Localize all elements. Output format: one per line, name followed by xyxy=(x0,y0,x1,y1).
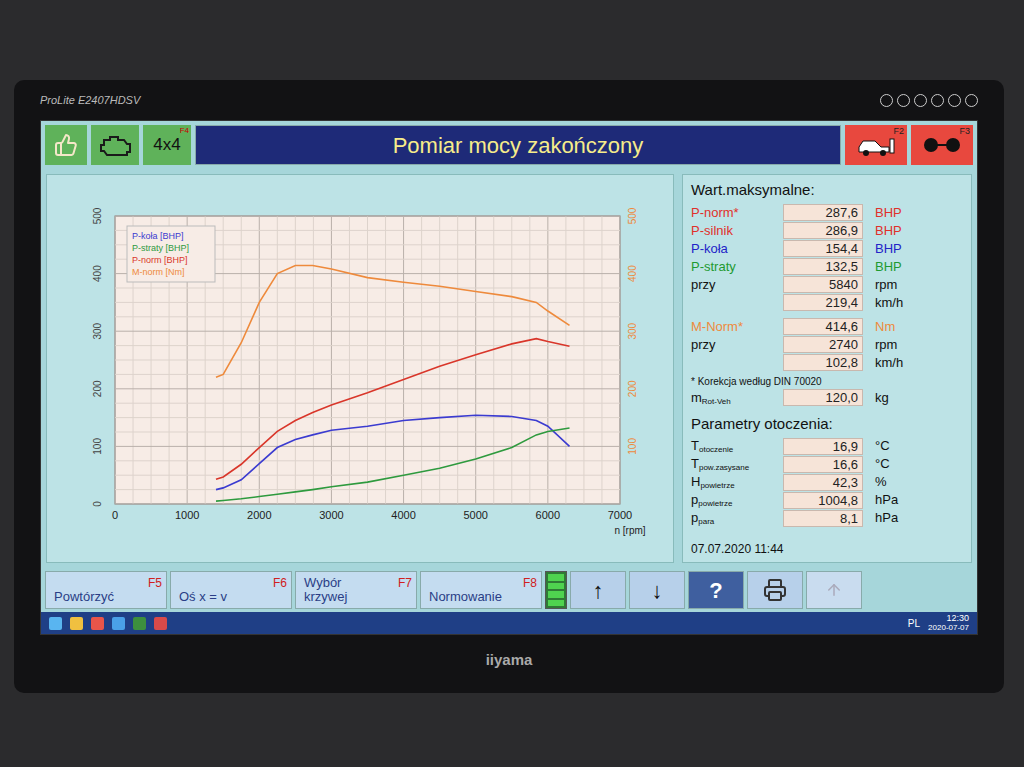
language-indicator[interactable]: PL xyxy=(908,616,920,631)
svg-text:4000: 4000 xyxy=(391,509,415,521)
svg-text:1000: 1000 xyxy=(175,509,199,521)
screen: 4x4F4Pomiar mocy zakończonyF2F3010002000… xyxy=(40,120,978,635)
series-line xyxy=(216,265,570,377)
value-row: M-Norm*414,6Nm xyxy=(691,318,963,336)
monitor-button-icon[interactable] xyxy=(914,94,927,107)
svg-text:400: 400 xyxy=(627,264,638,281)
ambient-row: mRot-Veh120,0kg xyxy=(691,389,963,407)
taskbar-app-icon[interactable] xyxy=(70,617,83,630)
svg-text:0: 0 xyxy=(92,500,103,506)
svg-text:3000: 3000 xyxy=(319,509,343,521)
clock[interactable]: 12:302020-07-07 xyxy=(928,614,969,632)
svg-text:100: 100 xyxy=(627,437,638,454)
chart-legend: P-koła [BHP] P-straty [BHP] P-norm [BHP] M-… xyxy=(127,226,215,282)
correction-note: * Korekcja według DIN 70020 xyxy=(691,374,963,389)
header-function-button[interactable]: F3 xyxy=(911,125,973,165)
svg-text:500: 500 xyxy=(627,207,638,224)
nav-button[interactable]: ↑ xyxy=(570,571,626,609)
svg-text:6000: 6000 xyxy=(536,509,560,521)
taskbar-app-icon[interactable] xyxy=(112,617,125,630)
svg-text:P-koła [BHP]: P-koła [BHP] xyxy=(132,231,184,241)
svg-text:5000: 5000 xyxy=(463,509,487,521)
print-button[interactable] xyxy=(747,571,803,609)
header-function-button[interactable]: F2 xyxy=(845,125,907,165)
svg-text:100: 100 xyxy=(92,437,103,454)
monitor: ProLite E2407HDSV4x4F4Pomiar mocy zakońc… xyxy=(14,80,1004,693)
mode-button[interactable]: 4x4F4 xyxy=(143,125,191,165)
car-on-dyno-icon xyxy=(856,133,896,157)
function-bar: PowtórzyćF5Oś x = vF6Wybór krzywejF7Norm… xyxy=(41,568,977,612)
ambient-title: Parametry otoczenia: xyxy=(691,413,963,436)
chart-panel: 0 1000 2000 3000 4000 5000 6000 7000 n [rpm] 0 100… xyxy=(46,174,674,563)
svg-text:300: 300 xyxy=(92,322,103,339)
title-bar: Pomiar mocy zakończony xyxy=(195,125,841,165)
value-row: 219,4km/h xyxy=(691,294,963,312)
series-line xyxy=(216,415,570,489)
nav-button[interactable]: ? xyxy=(688,571,744,609)
value-row: P-norm*287,6BHP xyxy=(691,204,963,222)
power-chart: 0 1000 2000 3000 4000 5000 6000 7000 n [rpm] 0 100… xyxy=(60,194,660,544)
main-area: 0 1000 2000 3000 4000 5000 6000 7000 n [rpm] 0 100… xyxy=(41,169,977,568)
exit-button[interactable] xyxy=(806,571,862,609)
svg-text:200: 200 xyxy=(627,380,638,397)
monitor-button-icon[interactable] xyxy=(965,94,978,107)
function-key-button[interactable]: Oś x = vF6 xyxy=(170,571,292,609)
svg-text:0: 0 xyxy=(112,509,118,521)
monitor-model: ProLite E2407HDSV xyxy=(40,92,140,109)
function-key-button[interactable]: PowtórzyćF5 xyxy=(45,571,167,609)
ambient-row: ppara8,1hPa xyxy=(691,509,963,527)
ambient-row: Tpow.zasysane16,6°C xyxy=(691,455,963,473)
header-bar: 4x4F4Pomiar mocy zakończonyF2F3 xyxy=(41,121,977,169)
monitor-top-bezel: ProLite E2407HDSV xyxy=(40,80,978,120)
photo: ProLite E2407HDSV4x4F4Pomiar mocy zakońc… xyxy=(0,0,1024,767)
svg-text:200: 200 xyxy=(92,380,103,397)
values-panel: Wart.maksymalne: P-norm*287,6BHPP-silnik2… xyxy=(682,174,972,563)
value-row: P-straty132,5BHP xyxy=(691,258,963,276)
svg-text:2000: 2000 xyxy=(247,509,271,521)
ok-button[interactable] xyxy=(45,125,87,165)
svg-text:500: 500 xyxy=(92,207,103,224)
ambient-row: Totoczenie16,9°C xyxy=(691,437,963,455)
exit-icon xyxy=(825,581,843,599)
taskbar-app-icon[interactable] xyxy=(154,617,167,630)
value-row: P-silnik286,9BHP xyxy=(691,222,963,240)
svg-text:300: 300 xyxy=(627,322,638,339)
monitor-button-icon[interactable] xyxy=(897,94,910,107)
value-row: 102,8km/h xyxy=(691,354,963,372)
ambient-row: ppowietrze1004,8hPa xyxy=(691,491,963,509)
taskbar-app-icon[interactable] xyxy=(91,617,104,630)
svg-text:P-straty [BHP]: P-straty [BHP] xyxy=(132,243,189,253)
monitor-brand: iiyama xyxy=(486,649,533,672)
max-values-title: Wart.maksymalne: xyxy=(691,179,963,202)
taskbar-app-icon[interactable] xyxy=(49,617,62,630)
svg-text:M-norm [Nm]: M-norm [Nm] xyxy=(132,267,185,277)
monitor-button-icon[interactable] xyxy=(931,94,944,107)
value-row: przy5840rpm xyxy=(691,276,963,294)
monitor-bottom-bezel: iiyama xyxy=(40,635,978,685)
taskbar: PL 12:302020-07-07 xyxy=(41,612,977,634)
engine-button[interactable] xyxy=(91,125,139,165)
function-key-button[interactable]: NormowanieF8 xyxy=(420,571,542,609)
ambient-row: Hpowietrze42,3% xyxy=(691,473,963,491)
monitor-button-icon[interactable] xyxy=(880,94,893,107)
monitor-button-icon[interactable] xyxy=(948,94,961,107)
engine-icon xyxy=(98,133,132,157)
printer-icon xyxy=(763,578,787,602)
value-row: P-koła154,4BHP xyxy=(691,240,963,258)
status-indicator xyxy=(545,571,567,609)
svg-text:n [rpm]: n [rpm] xyxy=(614,525,645,536)
timestamp: 07.07.2020 11:44 xyxy=(691,540,963,558)
thumbs-up-icon xyxy=(54,133,78,157)
value-row: przy2740rpm xyxy=(691,336,963,354)
nav-button[interactable]: ↓ xyxy=(629,571,685,609)
function-key-button[interactable]: Wybór krzywejF7 xyxy=(295,571,417,609)
svg-text:400: 400 xyxy=(92,264,103,281)
rollers-icon xyxy=(922,133,962,157)
taskbar-app-icon[interactable] xyxy=(133,617,146,630)
series-line xyxy=(216,338,570,479)
svg-text:7000: 7000 xyxy=(608,509,632,521)
svg-text:P-norm [BHP]: P-norm [BHP] xyxy=(132,255,188,265)
